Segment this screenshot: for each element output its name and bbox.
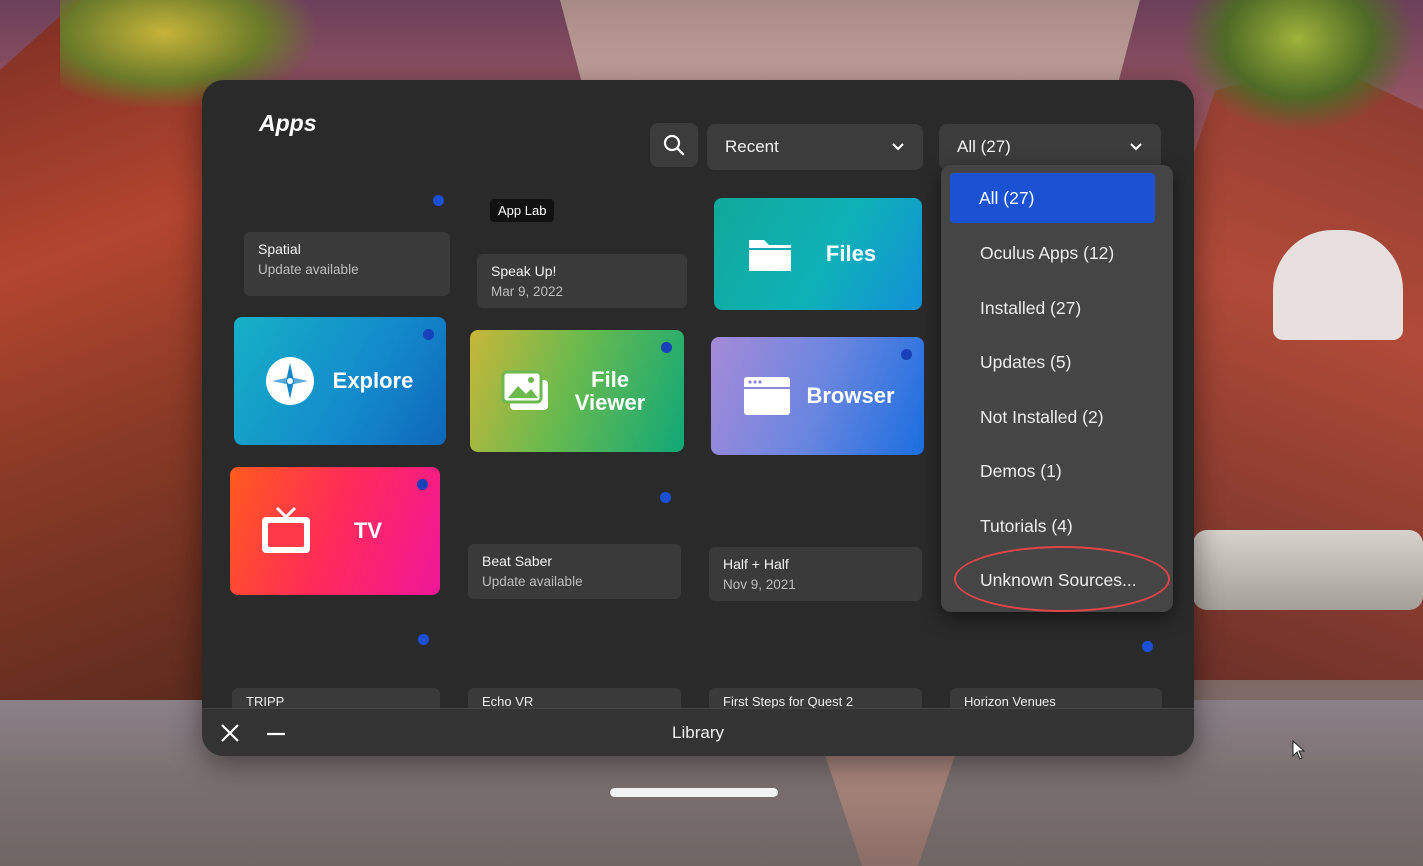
- new-indicator-dot: [423, 329, 434, 340]
- mouse-cursor-icon: [1292, 740, 1306, 760]
- app-tile-explore[interactable]: Explore: [234, 317, 446, 445]
- app-card-beat-saber[interactable]: Beat Saber Update available: [468, 544, 681, 599]
- filter-dropdown-menu: All (27) Oculus Apps (12) Installed (27)…: [941, 165, 1173, 612]
- new-indicator-dot: [1142, 641, 1153, 652]
- close-button[interactable]: [216, 719, 244, 747]
- environment-palm-right: [1183, 0, 1413, 130]
- search-button[interactable]: [650, 123, 698, 167]
- app-card-half-half[interactable]: Half + Half Nov 9, 2021: [709, 547, 922, 601]
- filter-select-value: All (27): [957, 137, 1011, 156]
- filter-select[interactable]: All (27): [939, 124, 1161, 170]
- minimize-icon: [267, 732, 285, 736]
- app-card-speak-up[interactable]: Speak Up! Mar 9, 2022: [477, 254, 687, 308]
- new-indicator-dot: [660, 492, 671, 503]
- sort-select-value: Recent: [725, 137, 779, 156]
- window-bottom-bar: Library: [202, 708, 1194, 756]
- app-label: TV: [353, 518, 383, 544]
- app-label: Browser: [806, 383, 895, 409]
- close-icon: [221, 724, 239, 742]
- app-name: Half + Half: [723, 556, 789, 572]
- chevron-down-icon: [892, 143, 904, 151]
- app-status: Update available: [258, 262, 359, 277]
- minimize-button[interactable]: [262, 719, 290, 747]
- filter-option-all[interactable]: All (27): [950, 173, 1155, 223]
- app-name: Spatial: [258, 241, 301, 257]
- home-indicator-bar[interactable]: [610, 788, 778, 797]
- search-icon: [663, 134, 685, 156]
- environment-house: [1273, 230, 1403, 340]
- new-indicator-dot: [433, 195, 444, 206]
- app-tile-tv[interactable]: TV: [230, 467, 440, 595]
- app-date: Nov 9, 2021: [723, 577, 796, 592]
- tv-icon: [262, 506, 310, 553]
- environment-sofa: [1193, 530, 1423, 610]
- filter-option-demos[interactable]: Demos (1): [950, 448, 1155, 496]
- image-gallery-icon: [501, 370, 548, 410]
- new-indicator-dot: [418, 634, 429, 645]
- new-indicator-dot: [417, 479, 428, 490]
- app-name: Beat Saber: [482, 553, 553, 569]
- app-card-spatial[interactable]: Spatial Update available: [244, 232, 450, 296]
- annotation-circle: [954, 546, 1170, 612]
- app-tile-file-viewer[interactable]: File Viewer: [470, 330, 684, 452]
- window-title: Library: [672, 722, 724, 742]
- app-label: Explore: [332, 368, 414, 394]
- app-tile-files[interactable]: Files: [714, 198, 922, 310]
- chevron-down-icon: [1130, 143, 1142, 151]
- new-indicator-dot: [901, 349, 912, 360]
- app-status: Update available: [482, 574, 583, 589]
- browser-window-icon: [744, 377, 790, 415]
- page-title: Apps: [259, 110, 317, 136]
- filter-option-updates[interactable]: Updates (5): [950, 339, 1155, 387]
- compass-icon: [266, 357, 314, 405]
- app-name: Speak Up!: [491, 263, 557, 279]
- new-indicator-dot: [661, 342, 672, 353]
- app-label: Files: [825, 241, 877, 267]
- folder-icon: [749, 240, 791, 271]
- app-label-line1: File: [591, 366, 629, 392]
- filter-option-installed[interactable]: Installed (27): [950, 284, 1155, 332]
- filter-option-tutorials[interactable]: Tutorials (4): [950, 502, 1155, 550]
- sort-select[interactable]: Recent: [707, 124, 923, 170]
- app-label: File Viewer: [556, 368, 684, 414]
- app-tile-browser[interactable]: Browser: [711, 337, 924, 455]
- filter-option-oculus-apps[interactable]: Oculus Apps (12): [950, 230, 1155, 278]
- app-date: Mar 9, 2022: [491, 284, 564, 299]
- filter-option-not-installed[interactable]: Not Installed (2): [950, 393, 1155, 441]
- app-lab-badge: App Lab: [490, 199, 555, 222]
- app-label-line2: Viewer: [574, 390, 646, 415]
